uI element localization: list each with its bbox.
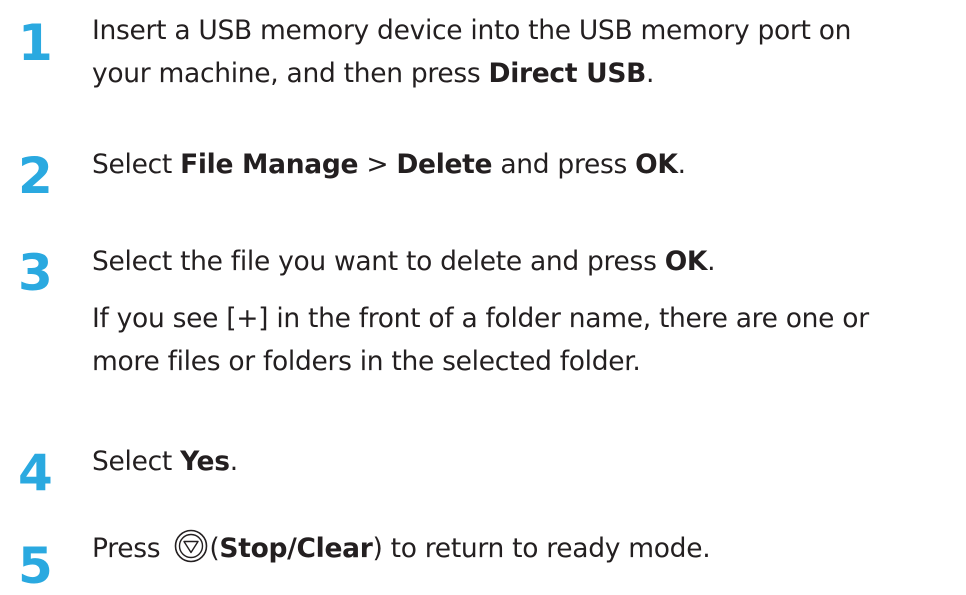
step-text-part: your machine, and then press <box>92 58 489 89</box>
yes-label: Yes <box>180 446 230 477</box>
step-text: Select the file you want to delete and p… <box>92 240 952 283</box>
step-text-part: Press <box>92 533 169 564</box>
ok-label: OK <box>635 149 678 180</box>
file-manage-label: File Manage <box>180 149 359 180</box>
stop-clear-label: Stop/Clear <box>219 533 373 564</box>
step-text: Insert a USB memory device into the USB … <box>92 9 952 95</box>
step-text: Select Yes. <box>92 440 952 483</box>
step-text-part: and press <box>492 149 636 180</box>
step-number: 5 <box>18 537 53 595</box>
step-number: 3 <box>18 244 53 302</box>
step-text-line: Insert a USB memory device into the USB … <box>92 15 852 46</box>
step-number: 4 <box>18 444 53 502</box>
note-line: If you see [+] in the front of a folder … <box>92 303 869 334</box>
step-text-part: Select the file you want to delete and p… <box>92 246 665 277</box>
step-text-part: Select <box>92 149 181 180</box>
step-text-part: Select <box>92 446 181 477</box>
step-text-part: . <box>646 58 655 89</box>
step-number: 1 <box>18 14 53 72</box>
step-text: Press (Stop/Clear) to return to ready mo… <box>92 527 952 570</box>
step-text-part: . <box>229 446 238 477</box>
step-text-part: ( <box>209 533 220 564</box>
stop-clear-icon <box>174 529 208 563</box>
step-text: Select File Manage > Delete and press OK… <box>92 143 952 186</box>
note-line: more files or folders in the selected fo… <box>92 346 641 377</box>
step-note: If you see [+] in the front of a folder … <box>92 297 952 383</box>
step-text-part: . <box>707 246 716 277</box>
ok-label: OK <box>664 246 708 277</box>
step-text-part: . <box>677 149 686 180</box>
direct-usb-label: Direct USB <box>488 58 647 89</box>
step-text-part: to return to ready mode. <box>382 533 711 564</box>
step-number: 2 <box>18 147 53 205</box>
step-text-part: > <box>358 149 397 180</box>
step-text-part: ) <box>372 533 383 564</box>
delete-label: Delete <box>396 149 493 180</box>
